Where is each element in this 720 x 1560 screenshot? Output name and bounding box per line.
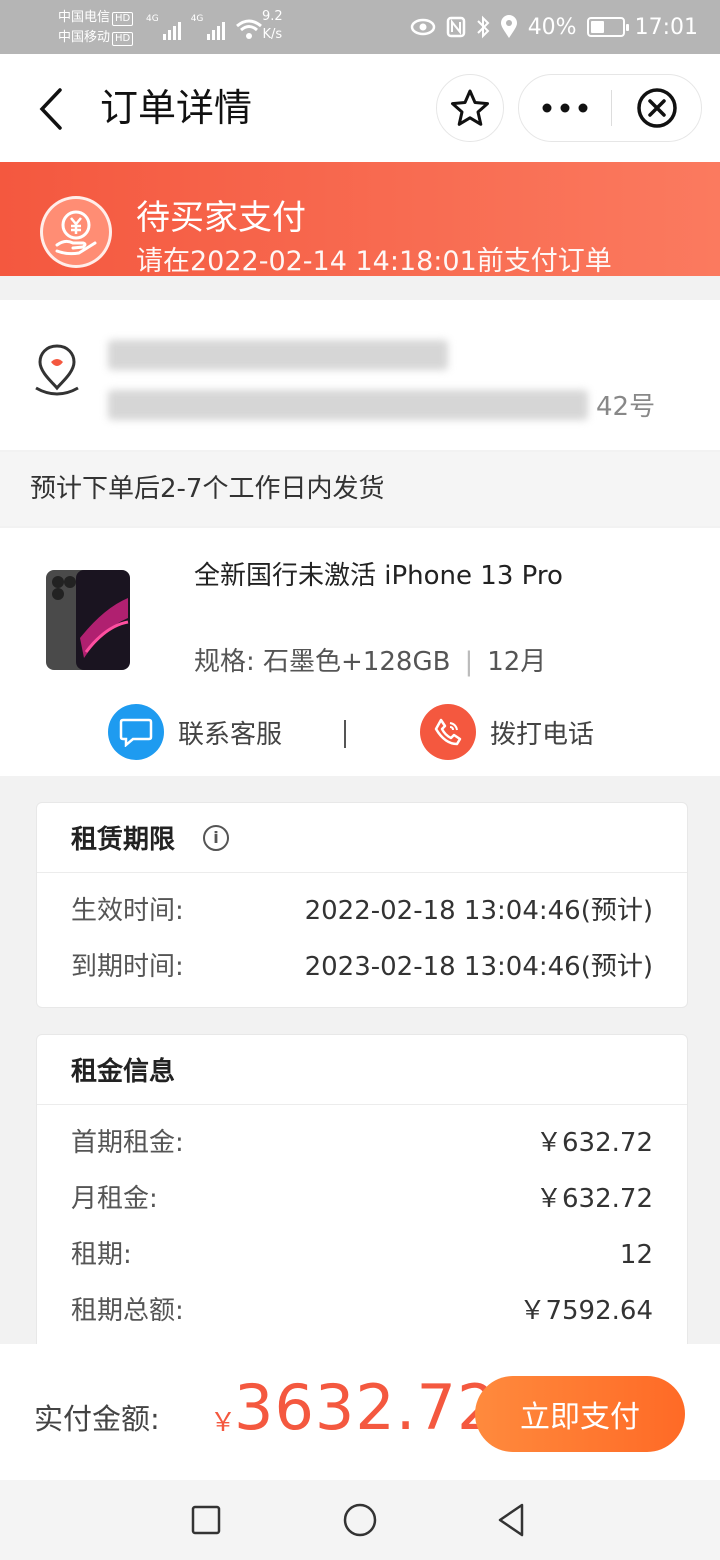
close-button[interactable] [612,75,701,141]
row-label: 生效时间: [71,896,184,926]
first-rent-row: 首期租金: ￥632.72 [37,1115,687,1171]
network-speed: 9.2 K/s [262,8,283,44]
row-label: 租期总额: [71,1296,184,1326]
phone-icon [420,704,476,760]
home-icon[interactable] [340,1500,380,1540]
network-type: 4G [146,14,159,24]
total-rent-row: 租期总额: ￥7592.64 [37,1283,687,1339]
speed-value: 9.2 [262,9,283,24]
mini-program-capsule [518,74,702,142]
payment-bar: 实付金额: ￥ 3632.72 立即支付 [0,1344,720,1480]
page-title: 订单详情 [100,86,253,130]
network-type: 4G [190,14,204,24]
status-bar: 中国电信 HD 中国移动 HD 4G 4G 9.2 K/s 40% 17:01 [0,0,720,54]
carrier-2: 中国移动 [58,30,111,45]
wifi-icon [236,19,263,39]
address-suffix: 42号 [596,392,656,422]
close-icon [636,88,677,128]
product-image [46,570,130,670]
row-value: ￥632.72 [536,1184,653,1214]
rent-info-title: 租金信息 [71,1057,176,1087]
battery-icon [586,17,629,37]
action-divider [344,720,346,748]
more-button[interactable] [519,75,611,141]
call-phone-button[interactable]: 拨打电话 [420,704,594,760]
hd-badge: HD [112,32,134,46]
carrier-1: 中国电信 [58,10,111,25]
rent-info-header: 租金信息 [37,1035,687,1105]
lease-period-title: 租赁期限 [71,825,176,855]
clock: 17:01 [634,14,698,40]
lease-start-row: 生效时间: 2022-02-18 13:04:46(预计) [37,883,687,939]
payment-amount: 3632.72 [234,1371,498,1444]
spec-prefix: 规格: [194,647,264,677]
row-value: ￥632.72 [536,1128,653,1158]
battery-percent: 40% [527,14,577,40]
row-value: 12 [619,1240,653,1270]
row-value: 2023-02-18 13:04:46(预计) [304,952,653,982]
nav-back-icon[interactable] [492,1500,532,1540]
carrier-info: 中国电信 HD 中国移动 HD [58,8,134,48]
back-icon [39,88,62,130]
lease-period-card: 租赁期限 i 生效时间: 2022-02-18 13:04:46(预计) 到期时… [36,802,688,1008]
info-icon[interactable]: i [203,824,230,851]
order-status-title: 待买家支付 [136,198,306,238]
lease-period-header: 租赁期限 i [37,803,687,873]
app-header: 订单详情 [0,54,720,162]
rent-info-card: 租金信息 首期租金: ￥632.72 月租金: ￥632.72 租期: 12 租… [36,1034,688,1364]
contact-service-label: 联系客服 [178,719,283,750]
actual-payment-label: 实付金额: [34,1402,160,1436]
call-phone-label: 拨打电话 [490,719,595,750]
row-value: ￥7592.64 [519,1296,653,1326]
favorite-button[interactable] [436,74,504,142]
system-nav-bar [0,1480,720,1560]
lease-term: 12月 [487,647,547,677]
contact-service-button[interactable]: 联系客服 [108,704,282,760]
product-name: 全新国行未激活 iPhone 13 Pro [194,561,563,591]
recipient-name-redacted [108,340,448,370]
row-label: 到期时间: [71,952,184,982]
row-label: 租期: [71,1240,132,1270]
location-pin-icon [35,344,79,396]
eye-icon [410,18,435,36]
chat-icon [108,704,164,760]
currency-symbol: ￥ [210,1408,237,1438]
product-spec: 规格: 石墨色+128GB | 12月 [194,647,547,677]
speed-unit: K/s [262,27,283,42]
lease-end-row: 到期时间: 2023-02-18 13:04:46(预计) [37,939,687,995]
back-button[interactable] [30,82,74,136]
bluetooth-icon [476,15,490,39]
star-icon [451,89,489,126]
row-value: 2022-02-18 13:04:46(预计) [304,896,653,926]
address-detail-redacted [108,390,588,420]
recent-apps-icon[interactable] [186,1500,226,1540]
location-icon [500,15,517,38]
status-right: 40% 17:01 [410,12,698,42]
nfc-icon [446,16,465,38]
order-status-banner: 待买家支付 请在2022-02-14 14:18:01前支付订单 [0,162,720,277]
hd-badge: HD [112,12,134,26]
product-card: 全新国行未激活 iPhone 13 Pro 规格: 石墨色+128GB | 12月 … [0,528,720,776]
signal-icon: 4G 4G [146,14,263,40]
row-label: 首期租金: [71,1128,184,1158]
pay-now-button[interactable]: 立即支付 [475,1376,685,1452]
payment-deadline: 请在2022-02-14 14:18:01前支付订单 [136,246,612,277]
shipping-address[interactable]: 42号 [0,300,720,450]
spec-value: 石墨色+128GB [263,647,451,677]
lease-term-row: 租期: 12 [37,1227,687,1283]
monthly-rent-row: 月租金: ￥632.72 [37,1171,687,1227]
shipping-estimate: 预计下单后2-7个工作日内发货 [0,452,720,526]
yen-hand-icon [40,196,112,268]
more-icon [542,103,588,113]
row-label: 月租金: [71,1184,158,1214]
